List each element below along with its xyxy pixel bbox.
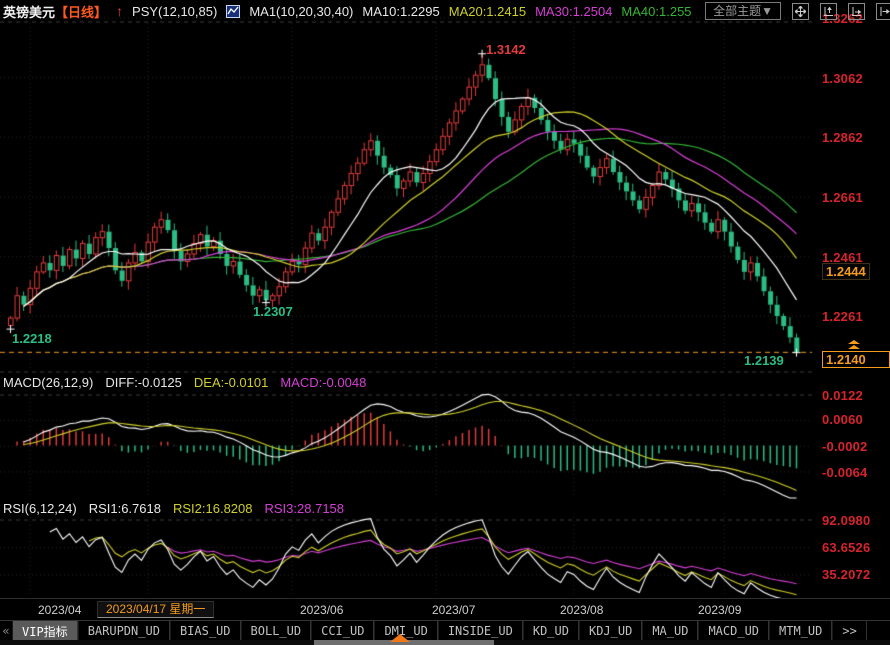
tab-macd-ud[interactable]: MACD_UD: [698, 621, 770, 641]
shift-right-icon[interactable]: [876, 2, 890, 20]
macd-macd-value: MACD:-0.0048: [280, 375, 367, 390]
xtick-2023-08: 2023/08: [560, 603, 604, 617]
high-annotation: 1.3142: [486, 42, 526, 57]
scrollbar-position-marker-icon: [390, 634, 410, 642]
tab-vip-indicator[interactable]: VIP指标: [12, 621, 78, 641]
x-axis: 2023/04 2023/04/17 星期一 2023/06 2023/07 2…: [0, 598, 890, 621]
xtick-2023-04: 2023/04: [38, 603, 82, 617]
ma20-value: MA20:1.2415: [448, 3, 527, 19]
ma40-value: MA40:1.255: [621, 3, 692, 19]
tab-kdj-ud[interactable]: KDJ_UD: [578, 621, 643, 641]
xtick-2023-09: 2023/09: [698, 603, 742, 617]
period-badge: 【日线】: [55, 4, 108, 20]
price-ytick-2: 1.2862: [822, 130, 863, 145]
pan-icon[interactable]: [792, 2, 809, 20]
macd-ytick-2: -0.0002: [822, 439, 868, 454]
zoom-horizontal-icon[interactable]: [848, 2, 865, 20]
psy-indicator-label: PSY(12,10,85): [132, 3, 218, 19]
tab-more-button[interactable]: >>: [832, 621, 867, 641]
tab-kd-ud[interactable]: KD_UD: [522, 621, 579, 641]
rsi-ytick-0: 92.0980: [822, 513, 871, 528]
last-low-annotation: 1.2139: [744, 353, 784, 368]
tab-bias-ud[interactable]: BIAS_UD: [169, 621, 241, 641]
theme-dropdown-button[interactable]: 全部主题▼: [705, 2, 781, 20]
xtick-2023-06: 2023/06: [300, 603, 344, 617]
top-info-bar: 英镑美元【日线】 ↑ PSY(12,10,85) MA1(10,20,30,40…: [0, 0, 890, 22]
price-ytick-1: 1.3062: [822, 71, 863, 86]
rsi-title: RSI(6,12,24): [3, 501, 77, 516]
zoom-vertical-icon[interactable]: [820, 2, 837, 20]
symbol-name: 英镑美元: [3, 4, 56, 20]
tab-inside-ud[interactable]: INSIDE_UD: [437, 621, 523, 641]
reference-price-label: 1.2444: [822, 263, 870, 280]
symbol-title: 英镑美元【日线】: [3, 2, 107, 21]
macd-header: MACD(26,12,9) DIFF:-0.0125 DEA:-0.0101 M…: [3, 375, 366, 390]
low-annotation-april: 1.2218: [12, 331, 52, 346]
rsi3-value: RSI3:28.7158: [264, 501, 345, 516]
chart-icon: [226, 4, 241, 18]
macd-diff-value: DIFF:-0.0125: [105, 375, 182, 390]
macd-title: MACD(26,12,9): [3, 375, 94, 390]
xtick-2023-07: 2023/07: [432, 603, 476, 617]
ma-settings-label: MA1(10,20,30,40): [249, 3, 354, 19]
rsi2-value: RSI2:16.8208: [172, 501, 253, 516]
price-offscreen-arrow-icon: [848, 340, 860, 350]
horizontal-scrollbar: [0, 634, 890, 645]
tab-cci-ud[interactable]: CCI_UD: [311, 621, 375, 641]
price-ytick-5: 1.2261: [822, 309, 863, 324]
up-arrow-icon: ↑: [116, 3, 124, 19]
chart-app: 英镑美元【日线】 ↑ PSY(12,10,85) MA1(10,20,30,40…: [0, 0, 890, 645]
ma30-value: MA30:1.2504: [535, 3, 613, 19]
macd-dea-value: DEA:-0.0101: [193, 375, 269, 390]
macd-ytick-0: 0.0122: [822, 388, 863, 403]
tab-scroll-left-icon[interactable]: «: [0, 621, 12, 641]
rsi-header: RSI(6,12,24) RSI1:6.7618 RSI2:16.8208 RS…: [3, 501, 344, 516]
macd-ytick-3: -0.0064: [822, 465, 868, 480]
last-price-tag: 1.2140: [822, 351, 890, 368]
macd-ytick-1: 0.0060: [822, 412, 863, 427]
tab-barupdn-ud[interactable]: BARUPDN_UD: [77, 621, 170, 641]
rsi-ytick-2: 35.2072: [822, 567, 871, 582]
rsi1-value: RSI1:6.7618: [88, 501, 161, 516]
rsi-ytick-1: 63.6526: [822, 540, 871, 555]
crosshair-date-label: 2023/04/17 星期一: [97, 601, 215, 618]
tab-ma-ud[interactable]: MA_UD: [642, 621, 699, 641]
tab-boll-ud[interactable]: BOLL_UD: [240, 621, 312, 641]
ma10-value: MA10:1.2295: [362, 3, 440, 19]
indicator-tab-bar: « VIP指标 BARUPDN_UD BIAS_UD BOLL_UD CCI_U…: [0, 620, 890, 641]
tab-mtm-ud[interactable]: MTM_UD: [769, 621, 833, 641]
price-ytick-3: 1.2661: [822, 190, 863, 205]
low-annotation-may: 1.2307: [253, 304, 293, 319]
